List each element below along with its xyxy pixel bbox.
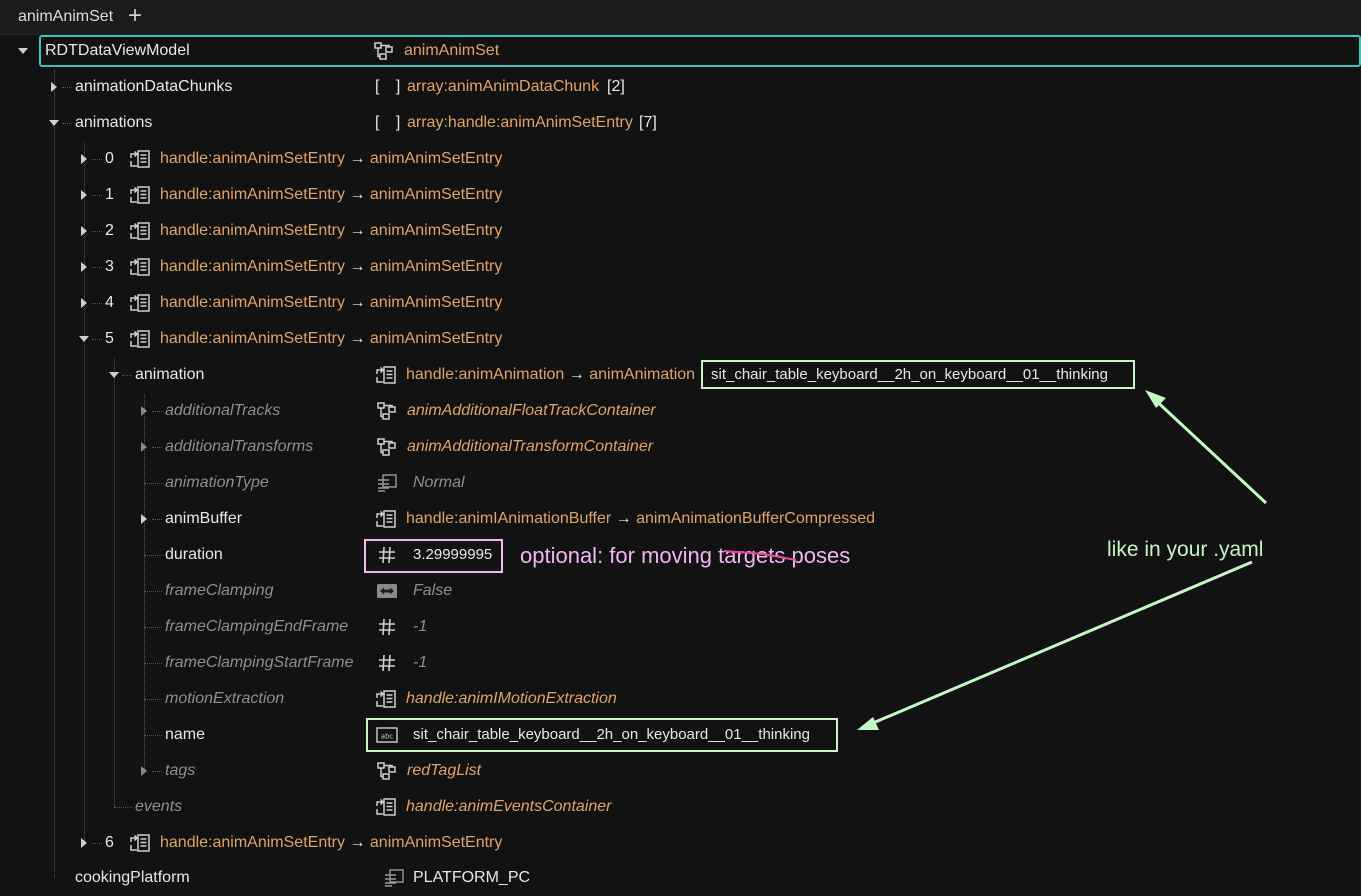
arrow-to-name-field bbox=[857, 560, 1253, 730]
arrow-to-animation-name bbox=[1145, 390, 1268, 505]
annotation-arrows bbox=[857, 390, 1268, 730]
